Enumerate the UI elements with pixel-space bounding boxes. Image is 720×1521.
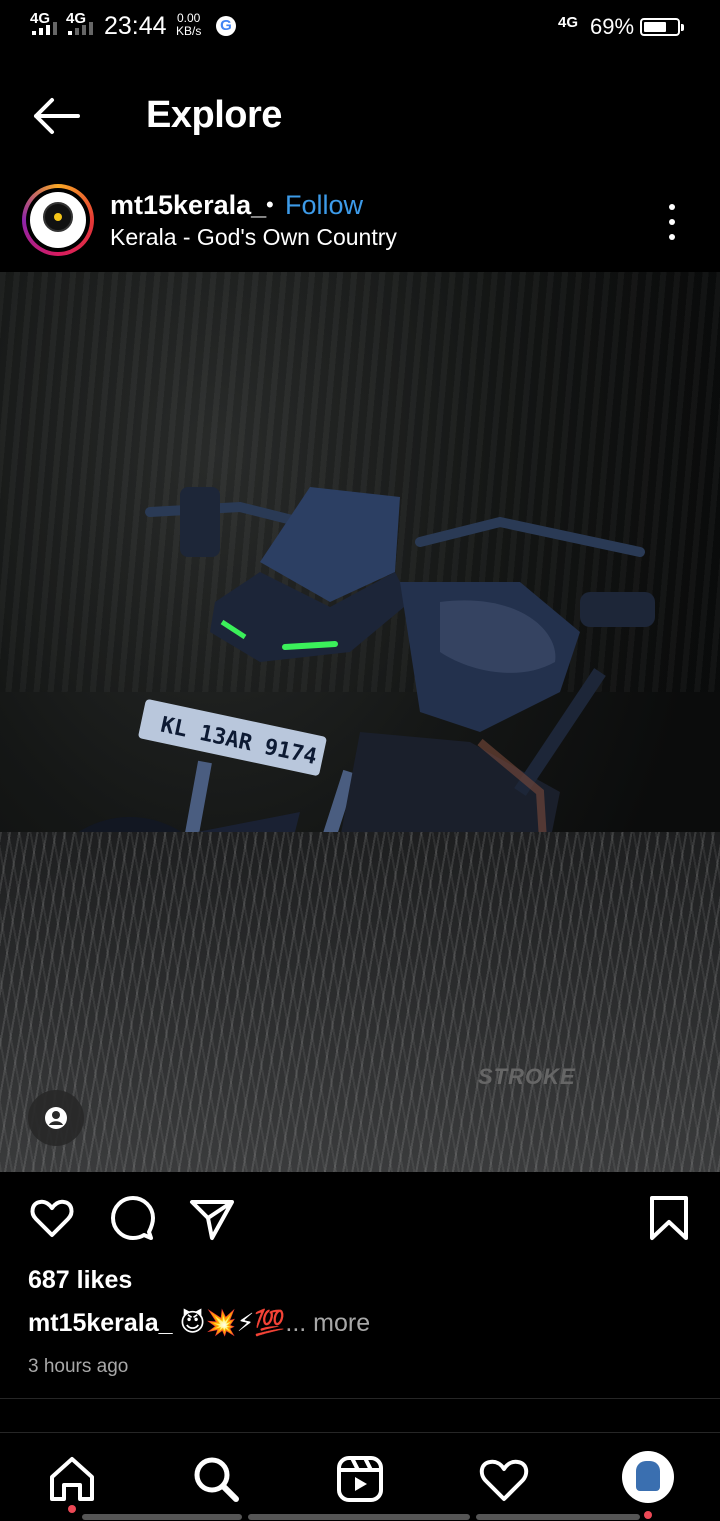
network-type-right: 4G	[558, 14, 579, 31]
post-actions	[0, 1186, 720, 1246]
signal-icon-2	[68, 22, 93, 35]
gesture-bar	[82, 1514, 242, 1520]
battery-icon	[640, 18, 684, 36]
send-icon[interactable]	[188, 1194, 236, 1242]
user-tag-icon[interactable]	[28, 1090, 84, 1146]
post-location[interactable]: Kerala - God's Own Country	[110, 224, 397, 251]
author-avatar[interactable]	[30, 192, 86, 248]
image-watermark: STROKE	[478, 1064, 576, 1089]
post-caption[interactable]: mt15kerala_ 😈💥⚡💯... more	[28, 1308, 370, 1338]
post-username[interactable]: mt15kerala_	[110, 190, 266, 221]
page-title: Explore	[146, 94, 282, 136]
gesture-bar-center	[248, 1514, 470, 1520]
profile-notification-dot	[644, 1511, 652, 1519]
follow-button[interactable]: Follow	[285, 190, 363, 221]
comment-icon[interactable]	[108, 1194, 156, 1242]
battery-percent: 69%	[590, 14, 635, 39]
likes-count[interactable]: 687 likes	[28, 1266, 132, 1295]
clock: 23:44	[104, 12, 167, 40]
gesture-bar-right	[476, 1514, 640, 1520]
google-icon: G	[216, 16, 236, 36]
reels-icon[interactable]	[332, 1451, 388, 1507]
home-icon[interactable]	[44, 1451, 100, 1507]
back-arrow-icon[interactable]	[28, 94, 84, 138]
top-bar: Explore	[0, 74, 720, 158]
status-bar: 4G 4G 23:44 0.00 KB/s G 4G 69%	[0, 0, 720, 56]
author-logo-icon	[43, 202, 73, 232]
separator-dot: •	[266, 192, 274, 217]
heart-icon[interactable]	[28, 1194, 76, 1242]
network-speed: 0.00 KB/s	[176, 11, 202, 38]
search-icon[interactable]	[188, 1451, 244, 1507]
bookmark-icon[interactable]	[646, 1194, 694, 1242]
post-timestamp: 3 hours ago	[28, 1356, 129, 1377]
post-image[interactable]: KL 13AR 9174 STROKE	[0, 272, 720, 1172]
profile-avatar[interactable]	[622, 1451, 674, 1503]
signal-icon-1	[32, 22, 57, 35]
caption-username[interactable]: mt15kerala_	[28, 1309, 173, 1337]
more-vertical-icon[interactable]	[664, 204, 680, 240]
story-ring[interactable]	[22, 184, 94, 256]
notification-dot	[68, 1505, 76, 1513]
post-header: mt15kerala_ • Follow Kerala - God's Own …	[0, 178, 720, 272]
bottom-navigation	[0, 1432, 720, 1521]
divider	[0, 1398, 720, 1399]
activity-heart-icon[interactable]	[476, 1451, 532, 1507]
caption-more-link[interactable]: ... more	[285, 1309, 370, 1337]
caption-text: 😈💥⚡💯	[172, 1309, 286, 1337]
